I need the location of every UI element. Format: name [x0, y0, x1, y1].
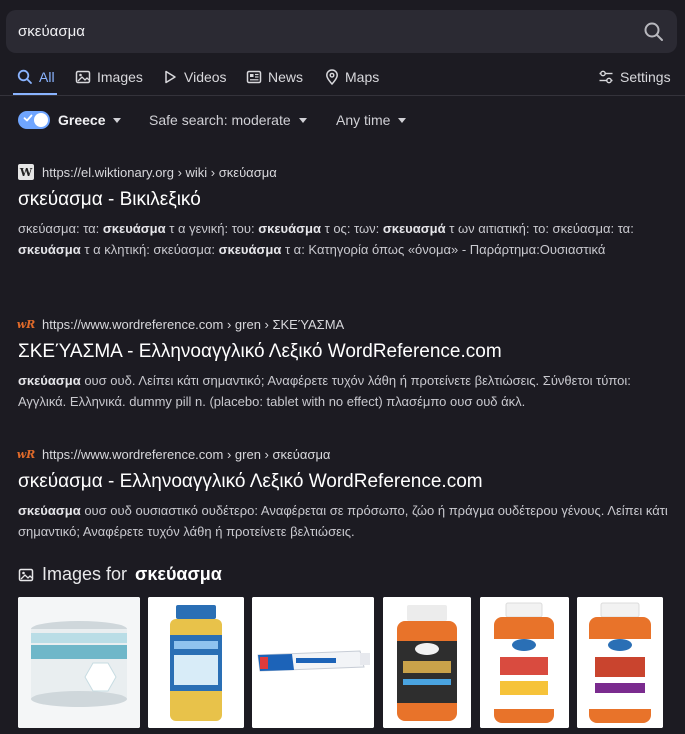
image-thumbnail[interactable]	[577, 597, 663, 728]
search-bar[interactable]: σκεύασμα	[6, 10, 677, 53]
result-snippet: σκεύασμα ουσ ουδ ουσιαστικό ουδέτερο: Αν…	[18, 503, 668, 539]
supplement-bottle-image	[383, 597, 471, 728]
news-icon	[246, 70, 262, 84]
search-tabs: All Images Videos News Maps Settings	[0, 62, 685, 96]
filter-bar: Greece Safe search: moderate Any time	[0, 108, 685, 134]
image-thumbnail[interactable]	[252, 597, 374, 728]
wordreference-favicon: wR	[16, 317, 36, 331]
tab-label: Images	[97, 69, 143, 85]
time-label: Any time	[336, 112, 391, 128]
safe-search-label: Safe search: moderate	[149, 112, 291, 128]
images-section-heading[interactable]: Images for σκεύασμα	[18, 564, 222, 585]
chevron-down-icon	[298, 117, 307, 123]
supplement-bottle-image	[148, 597, 244, 728]
chevron-down-icon	[398, 117, 407, 123]
active-tab-indicator	[13, 93, 57, 95]
result-title[interactable]: σκεύασμα - Ελληνοαγγλικό Λεξικό WordRefe…	[18, 470, 668, 494]
tab-label: Videos	[184, 69, 227, 85]
region-label: Greece	[58, 112, 106, 128]
tab-label: News	[268, 69, 304, 85]
result-url[interactable]: https://www.wordreference.com › gren › σ…	[42, 447, 330, 462]
play-icon	[165, 70, 176, 84]
search-result: wR https://www.wordreference.com › gren …	[16, 445, 668, 542]
supplement-tub-image	[18, 597, 140, 728]
wiktionary-favicon: W	[18, 164, 34, 180]
region-select[interactable]: Greece	[58, 112, 122, 128]
result-url[interactable]: https://el.wiktionary.org › wiki › σκεύα…	[42, 165, 277, 180]
toggle-knob	[34, 113, 48, 127]
image-thumbnail[interactable]	[480, 597, 569, 728]
image-icon	[75, 70, 91, 84]
result-title[interactable]: σκεύασμα - Βικιλεξικό	[18, 188, 668, 212]
map-pin-icon	[326, 69, 338, 85]
tab-label: Maps	[345, 69, 380, 85]
tab-news[interactable]: News	[246, 67, 303, 87]
supplement-bottle-image	[577, 597, 663, 728]
safe-search-select[interactable]: Safe search: moderate	[149, 112, 307, 128]
region-toggle[interactable]	[18, 111, 50, 129]
tab-videos[interactable]: Videos	[162, 67, 227, 87]
search-result: wR https://www.wordreference.com › gren …	[16, 315, 668, 412]
settings-sliders-icon	[599, 70, 613, 84]
search-input[interactable]: σκεύασμα	[18, 23, 643, 40]
result-snippet: σκεύασμα: τα: σκευάσμα τ α γενική: του: …	[18, 221, 634, 257]
result-url[interactable]: https://www.wordreference.com › gren › Σ…	[42, 317, 344, 332]
image-thumbnail[interactable]	[18, 597, 140, 728]
image-thumbnail[interactable]	[148, 597, 244, 728]
image-thumbnail[interactable]	[383, 597, 471, 728]
image-icon	[18, 568, 34, 581]
settings-label: Settings	[620, 69, 671, 85]
result-snippet: σκεύασμα ουσ ουδ. Λείπει κάτι σημαντικό;…	[18, 373, 631, 409]
tab-images[interactable]: Images	[75, 67, 143, 87]
tab-maps[interactable]: Maps	[325, 67, 379, 87]
wordreference-favicon: wR	[16, 447, 36, 461]
images-heading-query: σκεύασμα	[135, 564, 222, 584]
supplement-bottle-image	[480, 597, 569, 728]
search-icon[interactable]	[643, 21, 665, 43]
search-result: W https://el.wiktionary.org › wiki › σκε…	[18, 163, 668, 260]
result-title[interactable]: ΣΚΕΎΑΣΜΑ - Ελληνοαγγλικό Λεξικό WordRefe…	[18, 340, 668, 364]
images-heading-prefix: Images for	[42, 564, 128, 584]
time-select[interactable]: Any time	[336, 112, 407, 128]
tab-all[interactable]: All	[17, 67, 55, 87]
settings-button[interactable]: Settings	[598, 67, 671, 87]
tab-label: All	[39, 69, 55, 85]
search-icon	[17, 69, 32, 84]
cream-tube-image	[252, 597, 374, 728]
check-icon	[23, 114, 33, 122]
chevron-down-icon	[113, 117, 122, 123]
